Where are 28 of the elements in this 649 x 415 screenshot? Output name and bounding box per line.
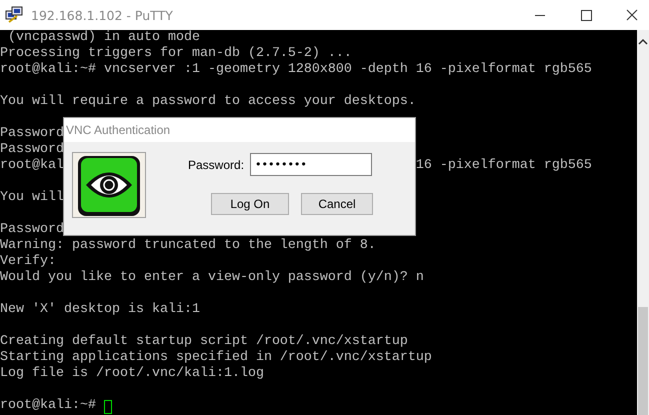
- terminal-line: root@kali:~#: [0, 398, 97, 414]
- terminal-line: Log file is /root/.vnc/kali:1.log: [0, 366, 264, 382]
- terminal-line: Processing triggers for man-db (2.7.5-2) ...: [0, 46, 352, 62]
- terminal-line: Starting applications specified in /root/.vnc/xstartup: [0, 350, 432, 366]
- terminal-line: You will require a password to access your desktops.: [0, 94, 416, 110]
- terminal-line: root@kal: [0, 158, 64, 174]
- terminal-line: New 'X' desktop is kali:1: [0, 302, 200, 318]
- dialog-button[interactable]: Log On: [211, 193, 289, 215]
- app-icon: [5, 6, 23, 24]
- terminal-line: Password: [0, 142, 64, 158]
- scrollbar-thumb[interactable]: [638, 307, 648, 415]
- dialog-title: VNC Authentication: [66, 123, 170, 137]
- scrollbar[interactable]: [637, 30, 649, 415]
- terminal-line: You will: [0, 190, 64, 206]
- dialog-button[interactable]: Cancel: [301, 193, 373, 215]
- terminal-line: Would you like to enter a view-only password (y/n)? n: [0, 270, 424, 286]
- window-title: 192.168.1.102 - PuTTY: [31, 8, 174, 22]
- terminal-line: Warning: password truncated to the length of 8.: [0, 238, 376, 254]
- eye-logo-icon: [72, 152, 146, 218]
- terminal-line: Password: [0, 126, 64, 142]
- terminal-line: root@kali:~# vncserver :1 -geometry 1280x800 -depth 16 -pixelformat rgb565: [0, 62, 592, 78]
- terminal-line: (vncpasswd) in auto mode: [6, 30, 200, 46]
- password-field[interactable]: ••••••••: [250, 153, 372, 176]
- terminal-line: Creating default startup script /root/.vnc/xstartup: [0, 334, 408, 350]
- password-label: Password:: [188, 158, 246, 172]
- terminal-line: Verify:: [0, 254, 56, 270]
- terminal-line: Password: [0, 222, 64, 238]
- terminal-line: 16 -pixelformat rgb565: [416, 158, 592, 174]
